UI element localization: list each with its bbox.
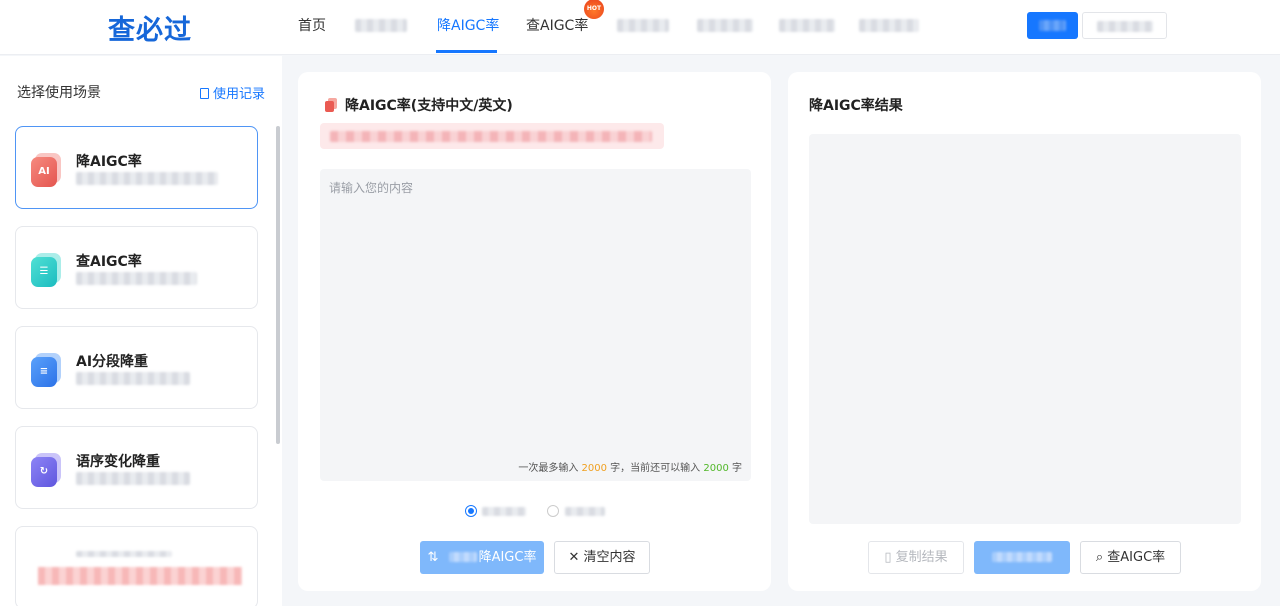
login-button[interactable] <box>1027 12 1078 39</box>
scene-card-check-aigc[interactable]: ☰ 查AIGC率 <box>15 226 258 309</box>
scene-card-title: 查AIGC率 <box>76 254 142 270</box>
editor-panel: 降AIGC率(支持中文/英文) 请输入您的内容 一次最多输入 2000 字，当前… <box>298 72 771 591</box>
scene-card-word-order[interactable]: ↻ 语序变化降重 <box>15 426 258 509</box>
nav-active-indicator <box>436 50 497 53</box>
hot-badge-icon: HOT <box>584 0 604 19</box>
result-output <box>809 134 1241 524</box>
content-input[interactable]: 请输入您的内容 一次最多输入 2000 字，当前还可以输入 2000 字 <box>320 169 751 481</box>
scene-sidebar: 选择使用场景 使用记录 AI 降AIGC率 ☰ 查AIGC率 ≡ AI分段降重 … <box>0 56 282 606</box>
segment-icon: ≡ <box>31 353 61 387</box>
nav-check-aigc-label: 查AIGC率 <box>526 18 589 34</box>
result-panel: 降AIGC率结果 ▯ 复制结果 ⌕ 查AIGC率 <box>788 72 1261 591</box>
nav-home[interactable]: 首页 <box>298 15 326 35</box>
ai-check-icon: ☰ <box>31 253 61 287</box>
record-icon <box>200 88 209 99</box>
search-icon: ⌕ <box>1095 550 1104 565</box>
nav-item-blurred-3[interactable] <box>697 19 753 32</box>
result-primary-button[interactable] <box>974 541 1070 574</box>
reduce-aigc-title-icon <box>325 98 338 112</box>
scene-card-title: 降AIGC率 <box>76 154 142 170</box>
ai-reduce-icon: AI <box>31 153 61 187</box>
char-counter: 一次最多输入 2000 字，当前还可以输入 2000 字 <box>518 463 742 474</box>
sidebar-scrollbar[interactable] <box>276 126 280 444</box>
nav-reduce-aigc[interactable]: 降AIGC率 <box>437 15 499 35</box>
nav-check-aigc[interactable]: 查AIGC率 HOT <box>526 0 604 35</box>
scene-card-desc <box>76 172 218 185</box>
swap-icon: ⇅ <box>427 550 439 565</box>
editor-title: 降AIGC率(支持中文/英文) <box>325 95 513 115</box>
reorder-icon: ↻ <box>31 453 61 487</box>
nav-item-blurred-5[interactable] <box>859 19 919 32</box>
clear-content-button[interactable]: ✕ 清空内容 <box>554 541 650 574</box>
scene-card-desc <box>76 372 190 385</box>
sidebar-title: 选择使用场景 <box>17 85 101 101</box>
mode-radio-1[interactable] <box>465 505 477 517</box>
close-icon: ✕ <box>568 550 580 565</box>
scene-card-partial[interactable] <box>15 526 258 606</box>
site-logo[interactable]: 查必过 <box>108 8 192 47</box>
scene-card-ai-segment[interactable]: ≡ AI分段降重 <box>15 326 258 409</box>
editor-notice <box>320 123 664 149</box>
nav-item-blurred-2[interactable] <box>617 19 669 32</box>
result-title: 降AIGC率结果 <box>809 98 903 114</box>
nav-item-blurred-4[interactable] <box>779 19 835 32</box>
scene-card-desc <box>76 272 197 285</box>
register-button[interactable] <box>1082 12 1167 39</box>
top-header: 查必过 首页 降AIGC率 查AIGC率 HOT <box>0 0 1280 55</box>
usage-record-link[interactable]: 使用记录 <box>200 83 265 102</box>
content-placeholder: 请输入您的内容 <box>329 181 414 195</box>
scene-card-title: 语序变化降重 <box>76 454 160 470</box>
reduce-aigc-button[interactable]: ⇅ 降AIGC率 <box>420 541 544 574</box>
scene-card-desc <box>76 472 190 485</box>
nav-item-blurred-1[interactable] <box>355 19 407 32</box>
copy-result-button[interactable]: ▯ 复制结果 <box>868 541 964 574</box>
scene-card-title: AI分段降重 <box>76 354 149 370</box>
mode-radio-2[interactable] <box>547 505 559 517</box>
scene-card-reduce-aigc[interactable]: AI 降AIGC率 <box>15 126 258 209</box>
sidebar-footer-notice <box>38 567 242 585</box>
document-icon: ▯ <box>884 550 892 565</box>
check-aigc-button[interactable]: ⌕ 查AIGC率 <box>1080 541 1181 574</box>
